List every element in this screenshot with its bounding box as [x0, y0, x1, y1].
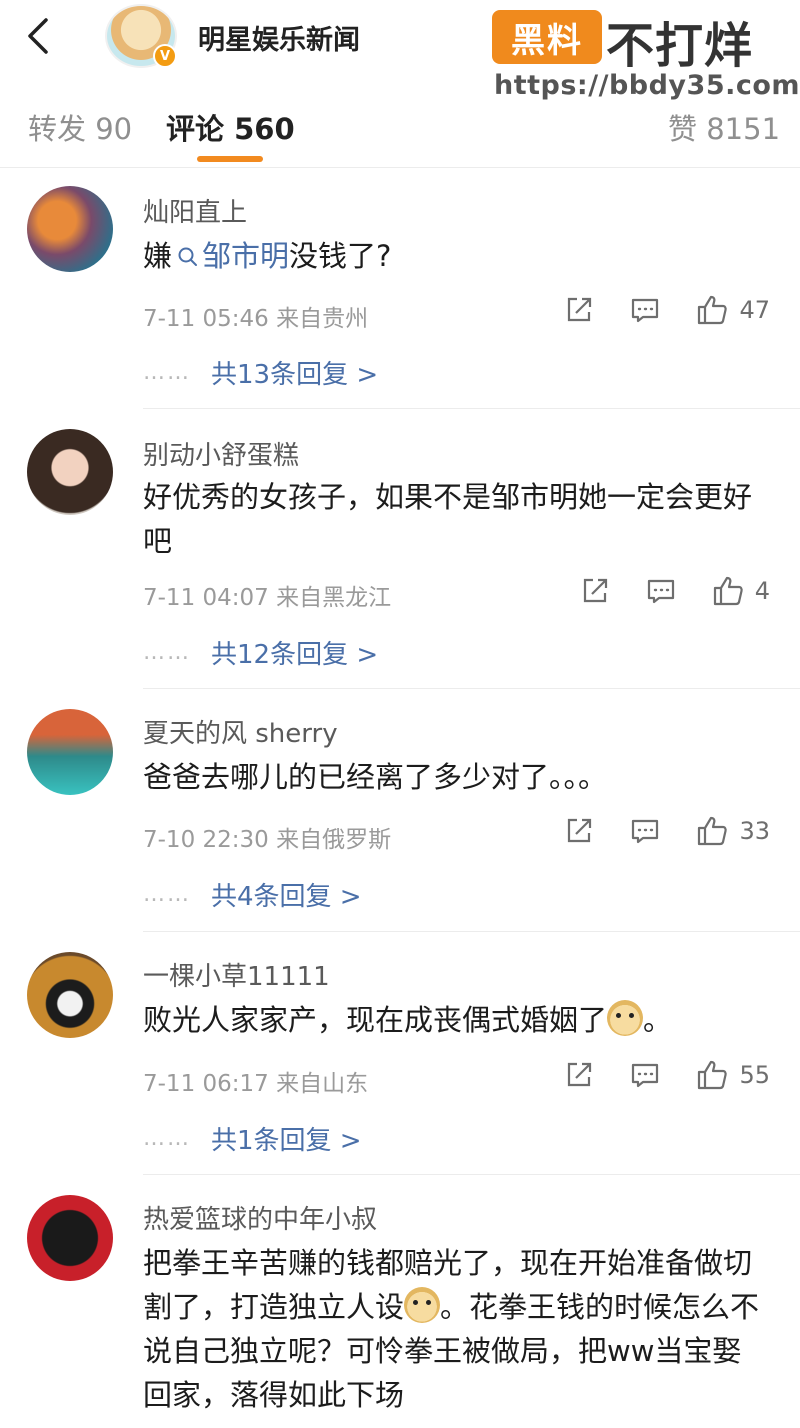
comment-meta: 7-10 22:30 来自俄罗斯 — [143, 827, 392, 853]
tab-reposts[interactable]: 转发 90 — [28, 106, 132, 148]
share-button[interactable] — [563, 1059, 595, 1091]
comment-username[interactable]: 别动小舒蛋糕 — [143, 435, 299, 472]
comment-meta: 7-11 04:07 来自黑龙江 — [143, 585, 392, 611]
share-icon — [568, 297, 592, 322]
comment-icon — [647, 579, 674, 604]
reply-button[interactable] — [629, 294, 661, 326]
view-replies-link[interactable]: 共4条回复 > — [211, 876, 362, 913]
comment-text: 败光人家家产，现在成丧偶式婚姻了 。 — [143, 998, 773, 1042]
tab-bar: 转发 90 评论 560 赞 8151 — [0, 92, 800, 168]
comment-username[interactable]: 一棵小草11111 — [143, 956, 330, 993]
comment-actions: 33 — [529, 814, 770, 848]
share-button[interactable] — [563, 815, 595, 847]
comment-icon — [632, 819, 659, 844]
comment-actions: 47 — [529, 293, 770, 327]
comment-username[interactable]: 夏天的风 sherry — [143, 713, 338, 750]
divider — [143, 408, 800, 409]
comment-text: 爸爸去哪儿的已经离了多少对了。。。 — [143, 760, 608, 794]
thumbs-up-icon — [698, 1060, 728, 1090]
comment-meta: 7-11 06:17 来自山东 — [143, 1071, 369, 1097]
comment-text-before: 败光人家家产，现在成丧偶式婚姻了 — [143, 1003, 608, 1037]
doge-emoji-icon — [404, 1287, 441, 1323]
comment-icon — [632, 298, 659, 323]
replies-row: …… 共12条回复 > — [143, 634, 378, 671]
reply-dots: …… — [143, 1126, 191, 1151]
like-button[interactable]: 33 — [695, 814, 770, 848]
avatar[interactable] — [27, 709, 113, 795]
comment-username[interactable]: 灿阳直上 — [143, 192, 247, 229]
view-replies-link[interactable]: 共13条回复 > — [211, 354, 378, 391]
like-count: 47 — [739, 296, 770, 324]
share-button[interactable] — [579, 575, 611, 607]
reply-button[interactable] — [629, 815, 661, 847]
divider — [143, 931, 800, 932]
comment-actions: 55 — [529, 1058, 770, 1092]
like-count: 55 — [739, 1061, 770, 1089]
comment-text-after: 。 — [643, 1003, 673, 1037]
top-bar: V 明星娱乐新闻 黑料 不打烊 https://bbdy35.com — [0, 0, 800, 101]
comment-text: 把拳王辛苦赚的钱都赔光了，现在开始准备做切割了，打造独立人设 。花拳王钱的时候怎么… — [143, 1241, 763, 1417]
like-count: 33 — [739, 817, 770, 845]
avatar[interactable] — [27, 1195, 113, 1281]
like-count: 4 — [754, 577, 770, 605]
share-icon — [568, 1062, 592, 1087]
topic-label: 邹市明 — [202, 239, 290, 273]
comment-actions: 4 — [545, 574, 770, 608]
thumbs-up-icon — [713, 576, 743, 606]
share-icon — [568, 818, 592, 843]
thumbs-up-icon — [698, 816, 728, 846]
comment-icon — [632, 1063, 659, 1088]
doge-emoji-icon — [607, 1000, 644, 1036]
topic-link[interactable]: 邹市明 — [172, 239, 289, 273]
share-button[interactable] — [563, 294, 595, 326]
like-button[interactable]: 47 — [695, 293, 770, 327]
tab-comments[interactable]: 评论 560 — [166, 106, 295, 148]
avatar[interactable] — [27, 952, 113, 1038]
divider — [143, 688, 800, 689]
reply-dots: …… — [143, 360, 191, 385]
avatar[interactable] — [27, 429, 113, 515]
page-title[interactable]: 明星娱乐新闻 — [198, 18, 360, 57]
comment-meta: 7-11 05:46 来自贵州 — [143, 306, 369, 332]
thumbs-up-icon — [698, 295, 728, 325]
reply-button[interactable] — [629, 1059, 661, 1091]
replies-row: …… 共4条回复 > — [143, 876, 362, 913]
comment-text: 嫌邹市明没钱了? — [143, 234, 773, 278]
watermark-badge: 黑料 — [492, 10, 602, 64]
page-avatar[interactable]: V — [105, 4, 177, 68]
view-replies-link[interactable]: 共1条回复 > — [211, 1120, 362, 1157]
view-replies-link[interactable]: 共12条回复 > — [211, 634, 378, 671]
back-button[interactable] — [18, 14, 58, 58]
watermark-text: 不打烊 — [606, 18, 754, 74]
reply-dots: …… — [143, 640, 191, 665]
comment-text-before: 嫌 — [143, 239, 173, 273]
comment-text-after: 没钱了? — [289, 239, 392, 273]
search-icon — [178, 247, 198, 266]
verified-badge-icon: V — [153, 44, 177, 68]
comment-text: 好优秀的女孩子，如果不是邹市明她一定会更好吧 — [143, 480, 753, 558]
reply-button[interactable] — [645, 575, 677, 607]
tab-likes[interactable]: 赞 8151 — [668, 106, 780, 148]
like-button[interactable]: 55 — [695, 1058, 770, 1092]
comment-username[interactable]: 热爱篮球的中年小叔 — [143, 1199, 377, 1236]
chevron-left-icon — [28, 18, 48, 54]
active-tab-indicator — [197, 156, 263, 162]
replies-row: …… 共13条回复 > — [143, 354, 378, 391]
reply-dots: …… — [143, 882, 191, 907]
like-button[interactable]: 4 — [711, 574, 770, 608]
avatar[interactable] — [27, 186, 113, 272]
divider — [143, 1174, 800, 1175]
replies-row: …… 共1条回复 > — [143, 1120, 362, 1157]
share-icon — [583, 578, 607, 603]
